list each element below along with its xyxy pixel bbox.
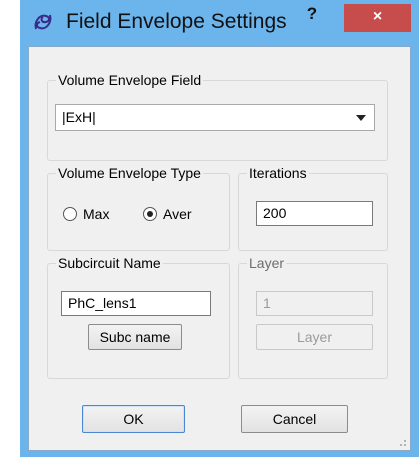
subcircuit-label: Subcircuit Name xyxy=(56,255,163,271)
volume-envelope-field-label: Volume Envelope Field xyxy=(56,72,204,88)
help-button[interactable]: ? xyxy=(301,4,323,28)
cancel-button[interactable]: Cancel xyxy=(241,405,348,433)
volume-envelope-type-label: Volume Envelope Type xyxy=(56,165,203,181)
dialog-window: Field Envelope Settings ? × Volume Envel… xyxy=(20,0,419,457)
radio-aver[interactable]: Aver xyxy=(143,206,192,222)
iterations-input[interactable]: 200 xyxy=(256,201,373,226)
subcircuit-group: Subcircuit Name PhC_lens1 Subc name xyxy=(47,255,230,379)
dialog-body: Volume Envelope Field |ExH| Volume Envel… xyxy=(28,46,411,451)
propeller-icon xyxy=(34,14,52,30)
dropdown-arrow-icon[interactable] xyxy=(356,115,366,121)
window-title: Field Envelope Settings xyxy=(66,10,287,33)
layer-group: Layer 1 Layer xyxy=(238,255,388,379)
iterations-group: Iterations 200 xyxy=(238,165,388,251)
radio-max-label: Max xyxy=(83,206,110,222)
subcircuit-name-input[interactable]: PhC_lens1 xyxy=(61,291,211,316)
iterations-label: Iterations xyxy=(247,165,309,181)
subc-name-button[interactable]: Subc name xyxy=(88,324,182,350)
resize-grip-icon[interactable] xyxy=(397,437,407,447)
ok-button[interactable]: OK xyxy=(82,405,185,433)
radio-selected-dot xyxy=(147,211,153,217)
title-bar[interactable]: Field Envelope Settings ? × xyxy=(20,0,419,45)
radio-aver-label: Aver xyxy=(163,206,192,222)
radio-max[interactable]: Max xyxy=(63,206,109,222)
volume-envelope-type-group: Volume Envelope Type Max Aver xyxy=(47,165,230,251)
layer-input[interactable]: 1 xyxy=(256,291,373,316)
radio-max-circle[interactable] xyxy=(63,207,77,221)
layer-button[interactable]: Layer xyxy=(256,324,373,350)
layer-label: Layer xyxy=(247,255,287,271)
close-button[interactable]: × xyxy=(344,4,411,32)
radio-aver-circle[interactable] xyxy=(143,207,157,221)
volume-envelope-field-group: Volume Envelope Field |ExH| xyxy=(47,72,388,161)
volume-envelope-field-value: |ExH| xyxy=(62,109,96,125)
volume-envelope-field-select[interactable]: |ExH| xyxy=(55,104,375,131)
